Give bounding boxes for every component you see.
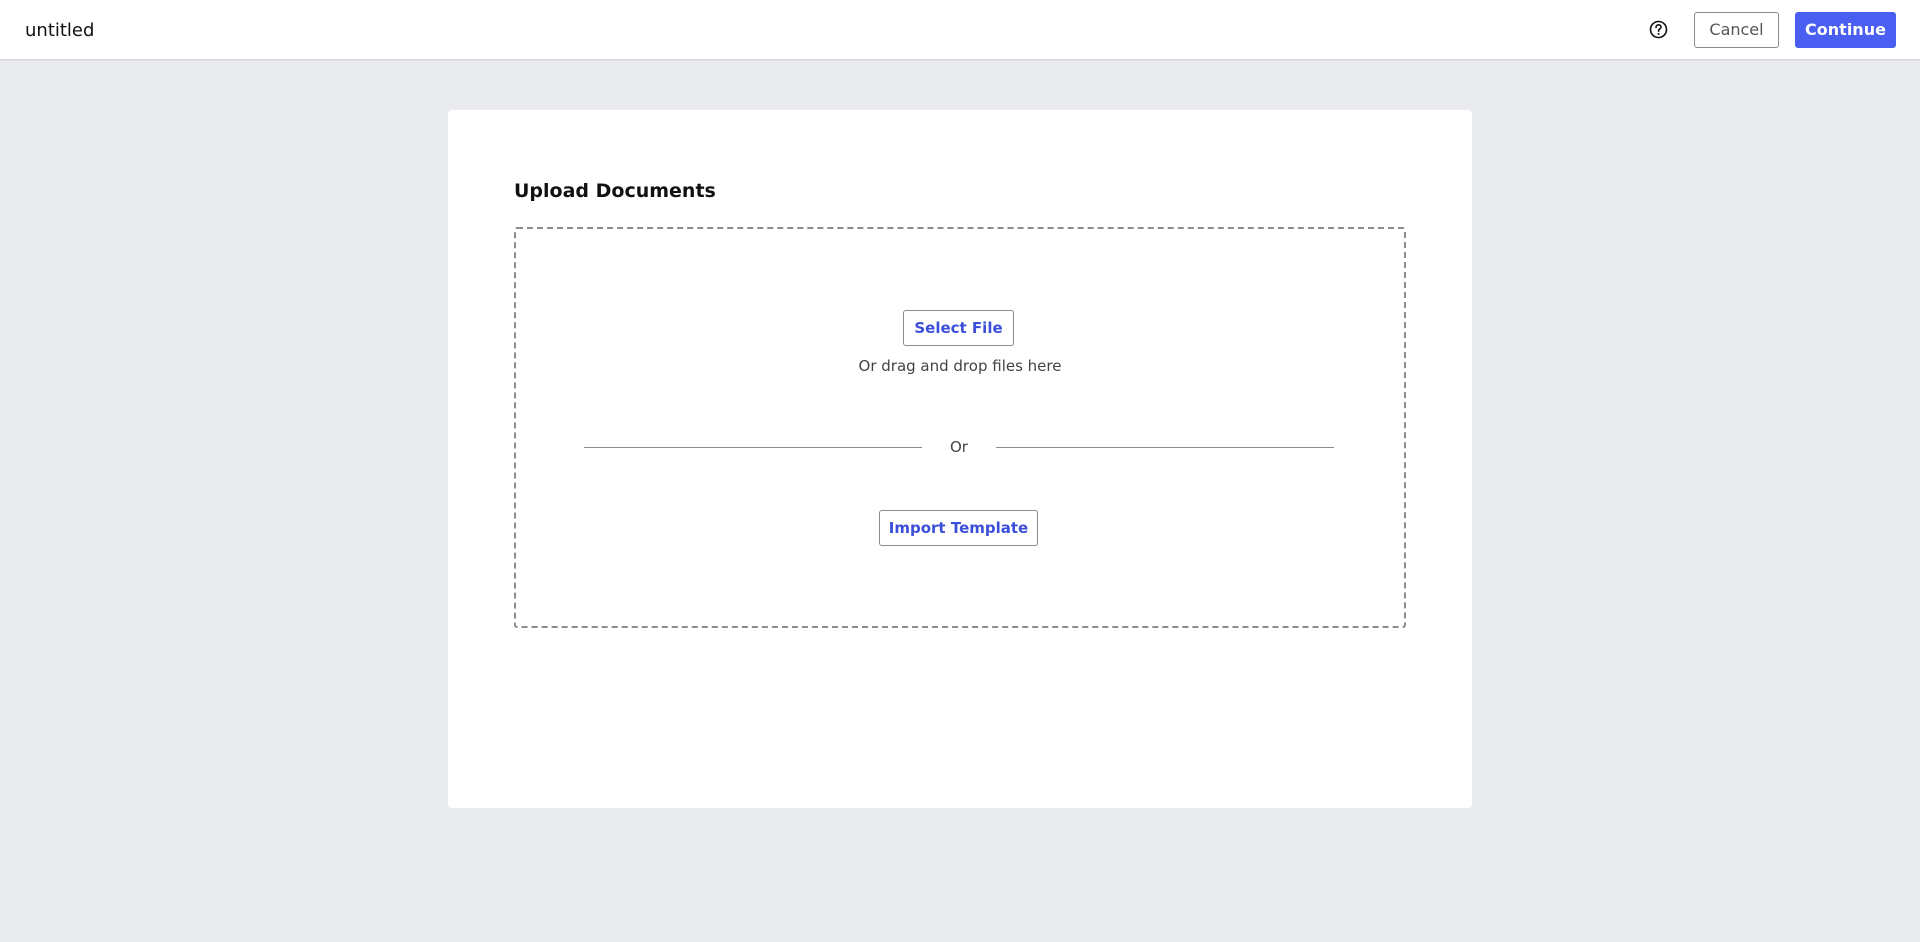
- or-separator: Or: [950, 438, 968, 456]
- document-title[interactable]: untitled: [25, 19, 94, 43]
- file-dropzone[interactable]: Select File Or drag and drop files here …: [514, 227, 1406, 628]
- continue-button[interactable]: Continue: [1795, 12, 1896, 48]
- drag-drop-hint: Or drag and drop files here: [858, 357, 1062, 375]
- help-icon[interactable]: [1649, 20, 1668, 39]
- divider-right: [996, 447, 1334, 448]
- upload-card: Upload Documents Select File Or drag and…: [448, 110, 1472, 808]
- select-file-button[interactable]: Select File: [903, 310, 1014, 346]
- top-bar: untitled Cancel Continue: [0, 0, 1920, 59]
- cancel-button[interactable]: Cancel: [1694, 12, 1779, 48]
- divider-left: [584, 447, 922, 448]
- upload-title: Upload Documents: [514, 180, 716, 202]
- import-template-button[interactable]: Import Template: [879, 510, 1038, 546]
